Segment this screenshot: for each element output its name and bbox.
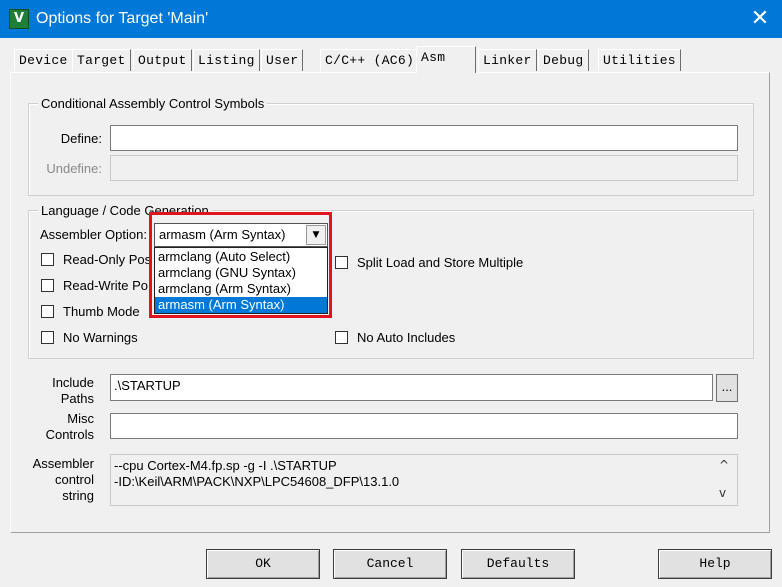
- define-input[interactable]: [110, 125, 738, 151]
- close-icon[interactable]: ✕: [746, 5, 774, 33]
- tab-user[interactable]: User: [261, 49, 304, 71]
- defaults-button[interactable]: Defaults: [461, 549, 575, 579]
- control-string-textarea[interactable]: --cpu Cortex-M4.fp.sp -g -I .\STARTUP -I…: [110, 454, 738, 506]
- control-string-label-3: string: [62, 488, 94, 503]
- thumb-mode-label: Thumb Mode: [63, 304, 140, 319]
- read-write-label: Read-Write Po: [63, 278, 149, 293]
- tab-target[interactable]: Target: [72, 49, 131, 71]
- tab-output[interactable]: Output: [133, 49, 192, 71]
- thumb-mode-checkbox[interactable]: [41, 305, 54, 318]
- read-only-checkbox[interactable]: [41, 253, 54, 266]
- read-only-label: Read-Only Pos: [63, 252, 152, 267]
- control-string-line-2: -ID:\Keil\ARM\PACK\NXP\LPC54608_DFP\13.1…: [114, 474, 400, 489]
- tab-listing[interactable]: Listing: [193, 49, 260, 71]
- help-button[interactable]: Help: [658, 549, 772, 579]
- include-paths-label-2: Paths: [60, 391, 94, 406]
- conditional-symbols-legend: Conditional Assembly Control Symbols: [38, 96, 268, 112]
- tab-c-cpp-ac6[interactable]: C/C++ (AC6): [320, 49, 420, 71]
- control-string-label-2: control: [54, 472, 94, 487]
- highlight-box: [149, 212, 332, 318]
- read-write-checkbox[interactable]: [41, 279, 54, 292]
- split-load-store-checkbox[interactable]: [335, 256, 348, 269]
- include-paths-input[interactable]: .\STARTUP: [110, 374, 713, 401]
- title-bar[interactable]: V Options for Target 'Main' ✕: [0, 0, 782, 38]
- include-paths-label-1: Include: [52, 375, 94, 390]
- tab-device[interactable]: Device: [14, 49, 73, 71]
- tab-utilities[interactable]: Utilities: [598, 49, 681, 71]
- split-load-store-label: Split Load and Store Multiple: [357, 255, 524, 270]
- control-string-line-1: --cpu Cortex-M4.fp.sp -g -I .\STARTUP: [114, 458, 337, 473]
- keil-app-icon: V: [9, 9, 29, 29]
- no-warnings-label: No Warnings: [63, 330, 138, 345]
- no-warnings-checkbox[interactable]: [41, 331, 54, 344]
- assembler-option-label: Assembler Option:: [40, 227, 147, 242]
- undefine-label: Undefine:: [46, 161, 102, 176]
- undefine-input: [110, 155, 738, 181]
- cancel-button[interactable]: Cancel: [333, 549, 447, 579]
- window-title: Options for Target 'Main': [36, 10, 209, 27]
- tab-linker[interactable]: Linker: [478, 49, 537, 71]
- control-string-label-1: Assembler: [32, 456, 94, 471]
- misc-controls-label-2: Controls: [45, 427, 94, 442]
- no-auto-includes-label: No Auto Includes: [357, 330, 456, 345]
- tab-debug[interactable]: Debug: [538, 49, 589, 71]
- ok-button[interactable]: OK: [206, 549, 320, 579]
- scroll-up-icon[interactable]: ^: [719, 458, 729, 472]
- tab-asm[interactable]: Asm: [416, 46, 476, 73]
- define-label: Define:: [60, 131, 102, 146]
- scroll-down-icon[interactable]: v: [719, 486, 726, 500]
- misc-controls-input[interactable]: [110, 413, 738, 439]
- no-auto-includes-checkbox[interactable]: [335, 331, 348, 344]
- misc-controls-label-1: Misc: [67, 411, 94, 426]
- browse-include-paths-button[interactable]: ...: [716, 374, 738, 402]
